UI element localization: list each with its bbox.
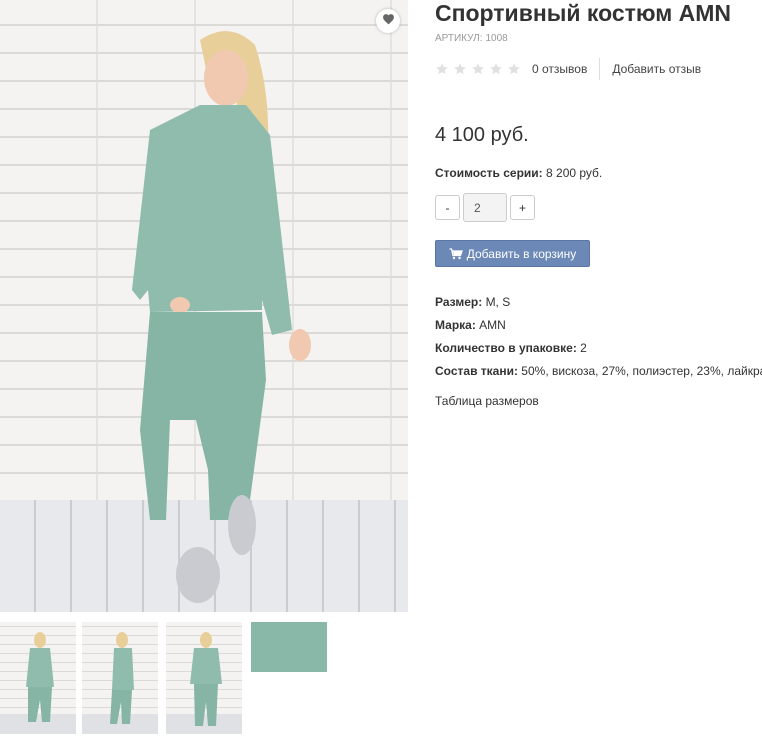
favorite-button[interactable] (376, 9, 400, 33)
star-icon (472, 63, 484, 75)
property-value: 2 (580, 341, 587, 355)
quantity-increase-button[interactable]: + (510, 195, 535, 220)
thumbnail-figure (190, 632, 222, 726)
property-pack-quantity: Количество в упаковке: 2 (435, 337, 762, 360)
property-value: AMN (479, 318, 506, 332)
property-label: Размер: (435, 295, 483, 309)
product-properties: Размер: M, S Марка: AMN Количество в упа… (435, 291, 762, 383)
property-brand: Марка: AMN (435, 314, 762, 337)
star-icon (436, 63, 448, 75)
series-cost-value: 8 200 руб. (546, 166, 603, 180)
sku-label: АРТИКУЛ: (435, 33, 483, 44)
star-icon (454, 63, 466, 75)
add-review-link[interactable]: Добавить отзыв (612, 62, 701, 76)
thumbnail-figure (26, 632, 54, 722)
sku-value: 1008 (485, 33, 508, 44)
quantity-stepper: - + (435, 193, 535, 222)
property-value: M, S (485, 295, 511, 309)
thumbnail-figure (110, 632, 134, 724)
series-cost-label: Стоимость серии: (435, 166, 543, 180)
property-value: 50%, вискоза, 27%, полиэстер, 23%, лайкр… (521, 364, 762, 378)
property-size: Размер: M, S (435, 291, 762, 314)
quantity-decrease-button[interactable]: - (435, 195, 460, 220)
thumbnail-4-fabric-closeup[interactable] (251, 622, 327, 672)
size-table-link[interactable]: Таблица размеров (435, 394, 539, 408)
add-to-cart-button[interactable]: Добавить в корзину (435, 240, 590, 267)
heart-icon (382, 12, 395, 30)
rating-row: 0 отзывов Добавить отзыв (435, 58, 701, 80)
divider (599, 58, 601, 80)
thumbnail-1[interactable] (0, 622, 76, 734)
star-icon (490, 63, 502, 75)
add-to-cart-label: Добавить в корзину (466, 246, 577, 261)
property-label: Марка: (435, 318, 476, 332)
thumbnail-3[interactable] (166, 622, 242, 734)
model-figure (132, 31, 311, 603)
star-rating[interactable] (435, 62, 525, 76)
quantity-input[interactable] (463, 193, 507, 222)
product-sku: АРТИКУЛ: 1008 (435, 33, 508, 44)
star-icon (508, 63, 520, 75)
thumbnail-2[interactable] (82, 622, 158, 734)
property-label: Количество в упаковке: (435, 341, 577, 355)
series-cost: Стоимость серии: 8 200 руб. (435, 166, 602, 180)
product-title: Спортивный костюм AMN (435, 0, 732, 26)
property-fabric: Состав ткани: 50%, вискоза, 27%, полиэст… (435, 360, 762, 383)
product-main-image[interactable] (0, 0, 408, 612)
property-label: Состав ткани: (435, 364, 518, 378)
cart-icon (449, 247, 463, 259)
product-price: 4 100 руб. (435, 124, 529, 146)
reviews-count-link[interactable]: 0 отзывов (532, 62, 587, 76)
